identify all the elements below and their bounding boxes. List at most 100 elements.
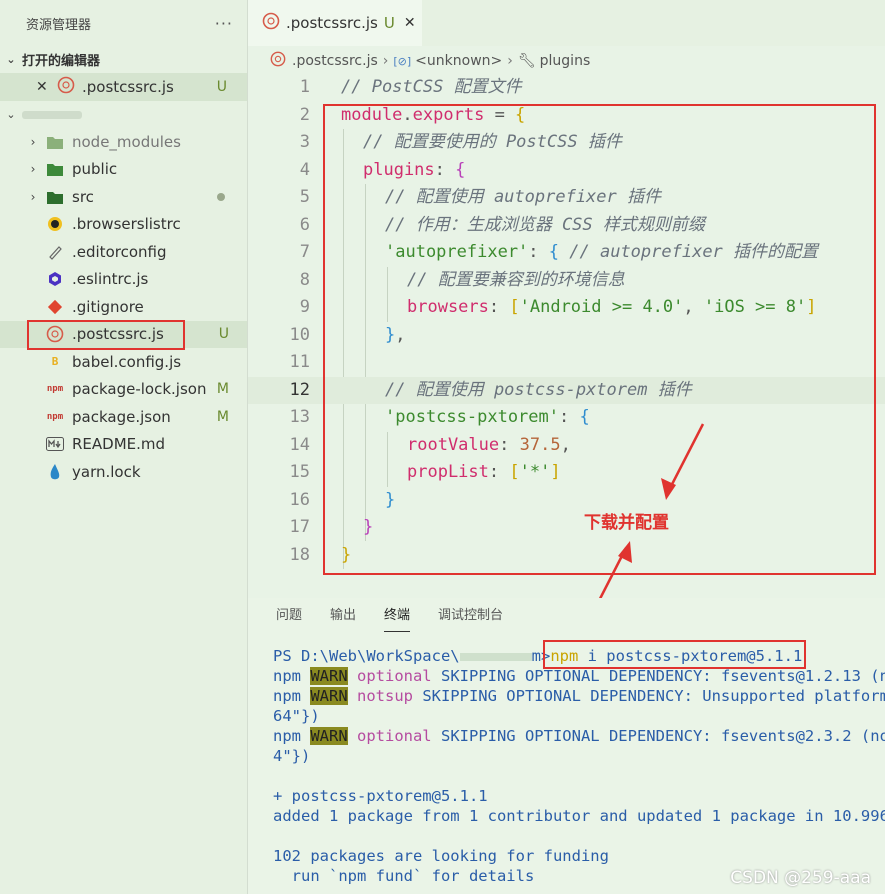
code-line: 17}: [289, 517, 374, 537]
open-editor-name: .postcssrc.js: [82, 78, 174, 96]
open-editor-status: U: [216, 79, 227, 95]
tree-item-label: package-lock.json: [72, 380, 207, 399]
tree-item-readme[interactable]: README.md: [0, 431, 247, 459]
code-line-current: 12// 配置使用 postcss-pxtorem 插件: [248, 376, 885, 404]
more-actions-icon[interactable]: ···: [215, 14, 233, 33]
status-badge: U: [218, 326, 229, 343]
chevron-down-icon: ⌄: [6, 53, 16, 66]
tree-item-label: .postcssrc.js: [72, 325, 164, 344]
terminal-output[interactable]: PS D:\Web\WorkSpace\ m>npm i postcss-pxto…: [273, 646, 885, 886]
wrench-icon: 🔧︎: [517, 53, 536, 69]
code-line: 7'autoprefixer': { // autoprefixer 插件的配置: [299, 242, 819, 262]
explorer-title: 资源管理器: [26, 17, 92, 33]
tree-item-postcssrc[interactable]: .postcssrc.js U: [0, 319, 247, 350]
tree-item-label: .gitignore: [72, 297, 144, 316]
eslint-icon: [46, 270, 64, 288]
explorer-sidebar: 资源管理器 ··· ⌄ 打开的编辑器 ✕ .postcssrc.js U ⌄ ›…: [0, 0, 248, 894]
tree-item-label: package.json: [72, 407, 171, 426]
babel-icon: B: [51, 355, 59, 369]
tree-item-babel-config[interactable]: B babel.config.js: [0, 348, 247, 376]
tab-terminal[interactable]: 终端: [384, 598, 411, 634]
bottom-panel: 问题 输出 终端 调试控制台 PS D:\Web\WorkSpace\ m>npm…: [248, 598, 885, 894]
chevron-right-icon: ›: [30, 134, 36, 149]
postcss-icon: [270, 51, 286, 71]
terminal-command-npm: npm: [550, 647, 579, 665]
breadcrumb-symbol[interactable]: <unknown>: [415, 53, 502, 69]
folder-public-icon: [46, 160, 64, 178]
code-line: 1// PostCSS 配置文件: [248, 74, 885, 102]
code-line: 8// 配置要兼容到的环境信息: [299, 269, 625, 290]
code-line: 15 propList: ['*']: [289, 462, 561, 482]
tab-postcssrc[interactable]: .postcssrc.js U ✕: [248, 0, 422, 46]
folder-src-icon: [46, 188, 64, 206]
chevron-right-icon: ›: [30, 189, 36, 204]
tree-item-src[interactable]: › src: [0, 183, 247, 211]
tree-item-label: public: [72, 160, 118, 179]
tree-item-label: babel.config.js: [72, 352, 182, 371]
project-section[interactable]: ⌄: [0, 101, 247, 128]
close-icon[interactable]: ✕: [404, 15, 416, 31]
tree-item-label: .eslintrc.js: [72, 270, 149, 289]
status-badge: M: [216, 381, 229, 398]
tree-item-browserslistrc[interactable]: .browserslistrc: [0, 211, 247, 239]
tree-item-label: yarn.lock: [72, 462, 141, 481]
code-line: 4 plugins: {: [299, 159, 466, 180]
redacted-path: [459, 652, 532, 661]
open-editors-section[interactable]: ⌄ 打开的编辑器: [0, 46, 247, 73]
tree-item-node-modules[interactable]: › node_modules: [0, 128, 247, 156]
breadcrumb-prop[interactable]: plugins: [540, 53, 591, 69]
folder-node-icon: [46, 133, 64, 151]
browserslist-icon: [46, 215, 64, 233]
code-line: 14 rootValue: 37.5,: [289, 434, 571, 455]
terminal-command: i postcss-pxtorem@5.1.1: [578, 647, 803, 665]
postcss-icon: [46, 325, 64, 343]
code-line: 5// 配置使用 autoprefixer 插件: [299, 187, 661, 207]
npm-icon: npm: [46, 384, 64, 395]
tree-item-label: .browserslistrc: [72, 215, 181, 234]
code-comment: // PostCSS 配置文件: [341, 77, 522, 97]
tree-item-label: node_modules: [72, 132, 181, 151]
modified-dot-icon: [217, 193, 225, 201]
panel-tabs: 问题 输出 终端 调试控制台: [276, 598, 531, 634]
open-editor-item[interactable]: ✕ .postcssrc.js U: [0, 73, 247, 101]
chevron-right-icon: ›: [382, 53, 389, 69]
chevron-right-icon: ›: [507, 53, 513, 69]
tree-item-public[interactable]: › public: [0, 156, 247, 184]
editor-tabbar: .postcssrc.js U ✕: [248, 0, 885, 46]
code-line: 13'postcss-pxtorem': {: [289, 407, 590, 427]
explorer-header: 资源管理器 ···: [0, 0, 247, 46]
postcss-icon: [57, 76, 75, 98]
chevron-down-icon: ⌄: [6, 108, 16, 121]
yarn-icon: [46, 463, 64, 481]
editorconfig-icon: [46, 243, 64, 261]
chevron-right-icon: ›: [30, 162, 36, 177]
tree-item-eslintrc[interactable]: .eslintrc.js: [0, 266, 247, 294]
close-icon[interactable]: ✕: [36, 79, 48, 95]
terminal-prompt: PS D:\Web\WorkSpace\: [273, 647, 460, 665]
code-editor[interactable]: 1// PostCSS 配置文件 2 module.exports = { 3//…: [248, 74, 885, 596]
code-line: 11: [289, 352, 310, 372]
markdown-icon: [46, 435, 64, 453]
tree-item-yarn-lock[interactable]: yarn.lock: [0, 458, 247, 486]
code-line: 2 module.exports = {: [299, 104, 526, 125]
tree-item-label: src: [72, 187, 94, 206]
tab-debug-console[interactable]: 调试控制台: [438, 598, 503, 634]
tree-item-gitignore[interactable]: .gitignore: [0, 293, 247, 321]
tree-item-package-json[interactable]: npm package.json M: [0, 403, 247, 431]
tab-status: U: [383, 14, 395, 32]
project-name-redacted: [22, 110, 82, 119]
code-line: 18}: [289, 544, 352, 565]
status-badge: M: [216, 408, 229, 425]
open-editors-label: 打开的编辑器: [22, 54, 101, 69]
tab-output[interactable]: 输出: [330, 598, 356, 634]
code-line: 10},: [289, 324, 406, 345]
npm-icon: npm: [46, 411, 64, 422]
tree-item-editorconfig[interactable]: .editorconfig: [0, 238, 247, 266]
breadcrumb: .postcssrc.js › [⊘] <unknown> › 🔧︎ plugi…: [248, 48, 885, 74]
file-tree: › node_modules › public › src .browsersl…: [0, 128, 247, 486]
git-icon: [46, 298, 64, 316]
tab-problems[interactable]: 问题: [276, 598, 302, 634]
tree-item-label: .editorconfig: [72, 242, 167, 261]
tree-item-package-lock[interactable]: npm package-lock.json M: [0, 376, 247, 404]
breadcrumb-file[interactable]: .postcssrc.js: [292, 53, 378, 69]
